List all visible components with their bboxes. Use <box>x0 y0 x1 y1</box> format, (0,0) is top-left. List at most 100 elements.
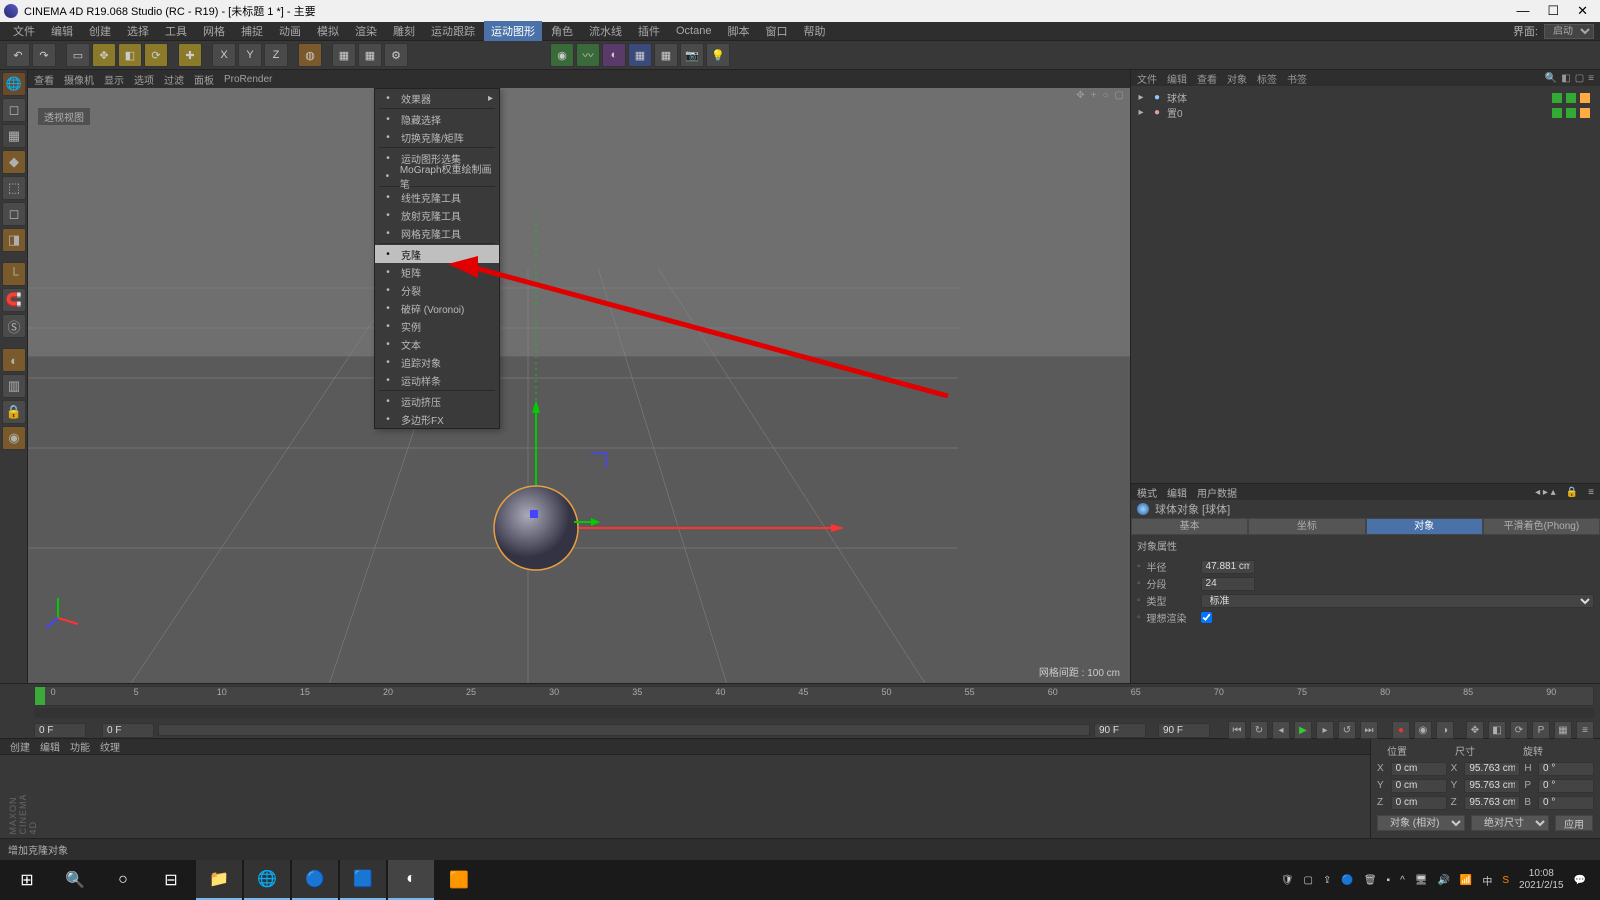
menu-9[interactable]: 渲染 <box>348 21 384 41</box>
menu-17[interactable]: 脚本 <box>720 21 756 41</box>
vp-menu-item[interactable]: 选项 <box>134 72 154 87</box>
menu-3[interactable]: 选择 <box>120 21 156 41</box>
spline-button[interactable]: 〰 <box>576 43 600 67</box>
record-button[interactable]: ● <box>1392 721 1410 739</box>
coord-apply-button[interactable]: 应用 <box>1555 815 1593 831</box>
menu-14[interactable]: 流水线 <box>582 21 629 41</box>
camera-button[interactable]: 📷 <box>680 43 704 67</box>
render-view-button[interactable]: ▦ <box>332 43 356 67</box>
attr-subtab[interactable]: 对象 <box>1366 518 1483 535</box>
x-axis-lock[interactable]: X <box>212 43 236 67</box>
coord-pos-input[interactable] <box>1391 796 1447 810</box>
redo-button[interactable]: ↷ <box>32 43 56 67</box>
taskview-button[interactable]: ⊟ <box>148 860 194 900</box>
vp-menu-item[interactable]: 查看 <box>34 72 54 87</box>
bottom-tab[interactable]: 功能 <box>70 739 90 754</box>
tray-usb-icon[interactable]: ⇪ <box>1323 875 1331 886</box>
tray-app-icon[interactable]: ▢ <box>1304 875 1313 886</box>
key-menu-button[interactable]: ≡ <box>1576 721 1594 739</box>
menu-0[interactable]: 文件 <box>6 21 42 41</box>
vis-editor-icon[interactable] <box>1552 108 1562 118</box>
dropdown-item[interactable]: •隐藏选择 <box>375 110 499 128</box>
lock-button[interactable]: 🔒 <box>2 400 26 424</box>
dropdown-item[interactable]: •文本 <box>375 335 499 353</box>
coord-size-input[interactable] <box>1464 779 1520 793</box>
workplane-button[interactable]: ◆ <box>2 150 26 174</box>
timeline-scrollbar[interactable] <box>34 708 1594 718</box>
light-button[interactable]: 💡 <box>706 43 730 67</box>
app3-taskbar-icon[interactable]: 🟧 <box>436 860 482 900</box>
app1-taskbar-icon[interactable]: 🔵 <box>292 860 338 900</box>
deformer-button[interactable]: ▦ <box>628 43 652 67</box>
menu-4[interactable]: 工具 <box>158 21 194 41</box>
om-tab[interactable]: 书签 <box>1287 71 1307 86</box>
dropdown-item[interactable]: •运动样条 <box>375 371 499 389</box>
menu-13[interactable]: 角色 <box>544 21 580 41</box>
vis-editor-icon[interactable] <box>1552 93 1562 103</box>
vis-render-icon[interactable] <box>1566 93 1576 103</box>
key-pla-button[interactable]: ▦ <box>1554 721 1572 739</box>
point-mode-button[interactable]: ⬚ <box>2 176 26 200</box>
prev-frame-button[interactable]: ◂ <box>1272 721 1290 739</box>
vp-menu-item[interactable]: 显示 <box>104 72 124 87</box>
timeline-end-field[interactable] <box>1158 723 1210 738</box>
snap-settings-button[interactable]: Ⓢ <box>2 314 26 338</box>
menu-2[interactable]: 创建 <box>82 21 118 41</box>
menu-5[interactable]: 网格 <box>196 21 232 41</box>
undo-button[interactable]: ↶ <box>6 43 30 67</box>
app2-taskbar-icon[interactable]: 🟦 <box>340 860 386 900</box>
coord-pos-input[interactable] <box>1391 762 1447 776</box>
scale-tool[interactable]: ◧ <box>118 43 142 67</box>
viewport-canvas[interactable]: 透视视图 ✥ + ○ ▢ <box>28 88 1130 683</box>
dropdown-item[interactable]: •放射克隆工具 <box>375 206 499 224</box>
browser-taskbar-icon[interactable]: 🌐 <box>244 860 290 900</box>
tag-icon[interactable] <box>1580 93 1590 103</box>
key-pos-button[interactable]: ✥ <box>1466 721 1484 739</box>
object-tree[interactable]: ▸●球体▸●置0 <box>1131 86 1600 483</box>
explorer-taskbar-icon[interactable]: 📁 <box>196 860 242 900</box>
coord-size-input[interactable] <box>1464 796 1520 810</box>
goto-end-button[interactable]: ⏭ <box>1360 721 1378 739</box>
menu-12[interactable]: 运动图形 <box>484 21 542 41</box>
attr-tab[interactable]: 模式 <box>1137 485 1157 500</box>
dropdown-item[interactable]: •MoGraph权重绘制画笔 <box>375 167 499 185</box>
bottom-tab[interactable]: 纹理 <box>100 739 120 754</box>
attr-subtab[interactable]: 平滑着色(Phong) <box>1483 518 1600 535</box>
rotate-tool[interactable]: ⟳ <box>144 43 168 67</box>
taskbar-clock[interactable]: 10:08 2021/2/15 <box>1519 868 1564 892</box>
coord-mode2-select[interactable]: 绝对尺寸 <box>1471 815 1549 831</box>
timeline-range-slider[interactable] <box>158 724 1090 736</box>
timeline-playhead[interactable] <box>35 687 45 705</box>
vp-menu-item[interactable]: 过滤 <box>164 72 184 87</box>
next-key-button[interactable]: ↺ <box>1338 721 1356 739</box>
dropdown-item[interactable]: •破碎 (Voronoi) <box>375 299 499 317</box>
prev-key-button[interactable]: ↻ <box>1250 721 1268 739</box>
menu-11[interactable]: 运动跟踪 <box>424 21 482 41</box>
attr-checkbox[interactable] <box>1201 612 1212 623</box>
layout-select[interactable]: 启动 <box>1544 24 1594 39</box>
recent-tool[interactable]: ✚ <box>178 43 202 67</box>
dropdown-item[interactable]: •克隆 <box>375 245 499 263</box>
tray-net-icon[interactable]: 📶 <box>1460 875 1472 886</box>
render-region-button[interactable]: ▦ <box>358 43 382 67</box>
generator-button[interactable]: ◐ <box>602 43 626 67</box>
coord-rot-input[interactable] <box>1538 779 1594 793</box>
dropdown-item[interactable]: •运动挤压 <box>375 392 499 410</box>
timeline-cur-start-field[interactable] <box>102 723 154 738</box>
attr-select[interactable]: 标准 <box>1201 594 1594 608</box>
om-tab[interactable]: 对象 <box>1227 71 1247 86</box>
dropdown-item[interactable]: •网格克隆工具 <box>375 224 499 242</box>
material-manager[interactable] <box>0 755 1370 838</box>
vis-render-icon[interactable] <box>1566 108 1576 118</box>
coord-system-button[interactable]: ◍ <box>298 43 322 67</box>
om-filter-icon[interactable]: ◧ <box>1561 73 1570 84</box>
dropdown-item[interactable]: •矩阵 <box>375 263 499 281</box>
minimize-button[interactable]: — <box>1516 3 1529 19</box>
om-tab[interactable]: 文件 <box>1137 71 1157 86</box>
timeline-ruler[interactable]: 051015202530354045505560657075808590 <box>34 686 1594 706</box>
attr-tab[interactable]: 用户数据 <box>1197 485 1237 500</box>
key-param-button[interactable]: P <box>1532 721 1550 739</box>
search-button[interactable]: 🔍 <box>52 860 98 900</box>
c4d-taskbar-icon[interactable]: ◐ <box>388 860 434 900</box>
select-tool[interactable]: ▭ <box>66 43 90 67</box>
